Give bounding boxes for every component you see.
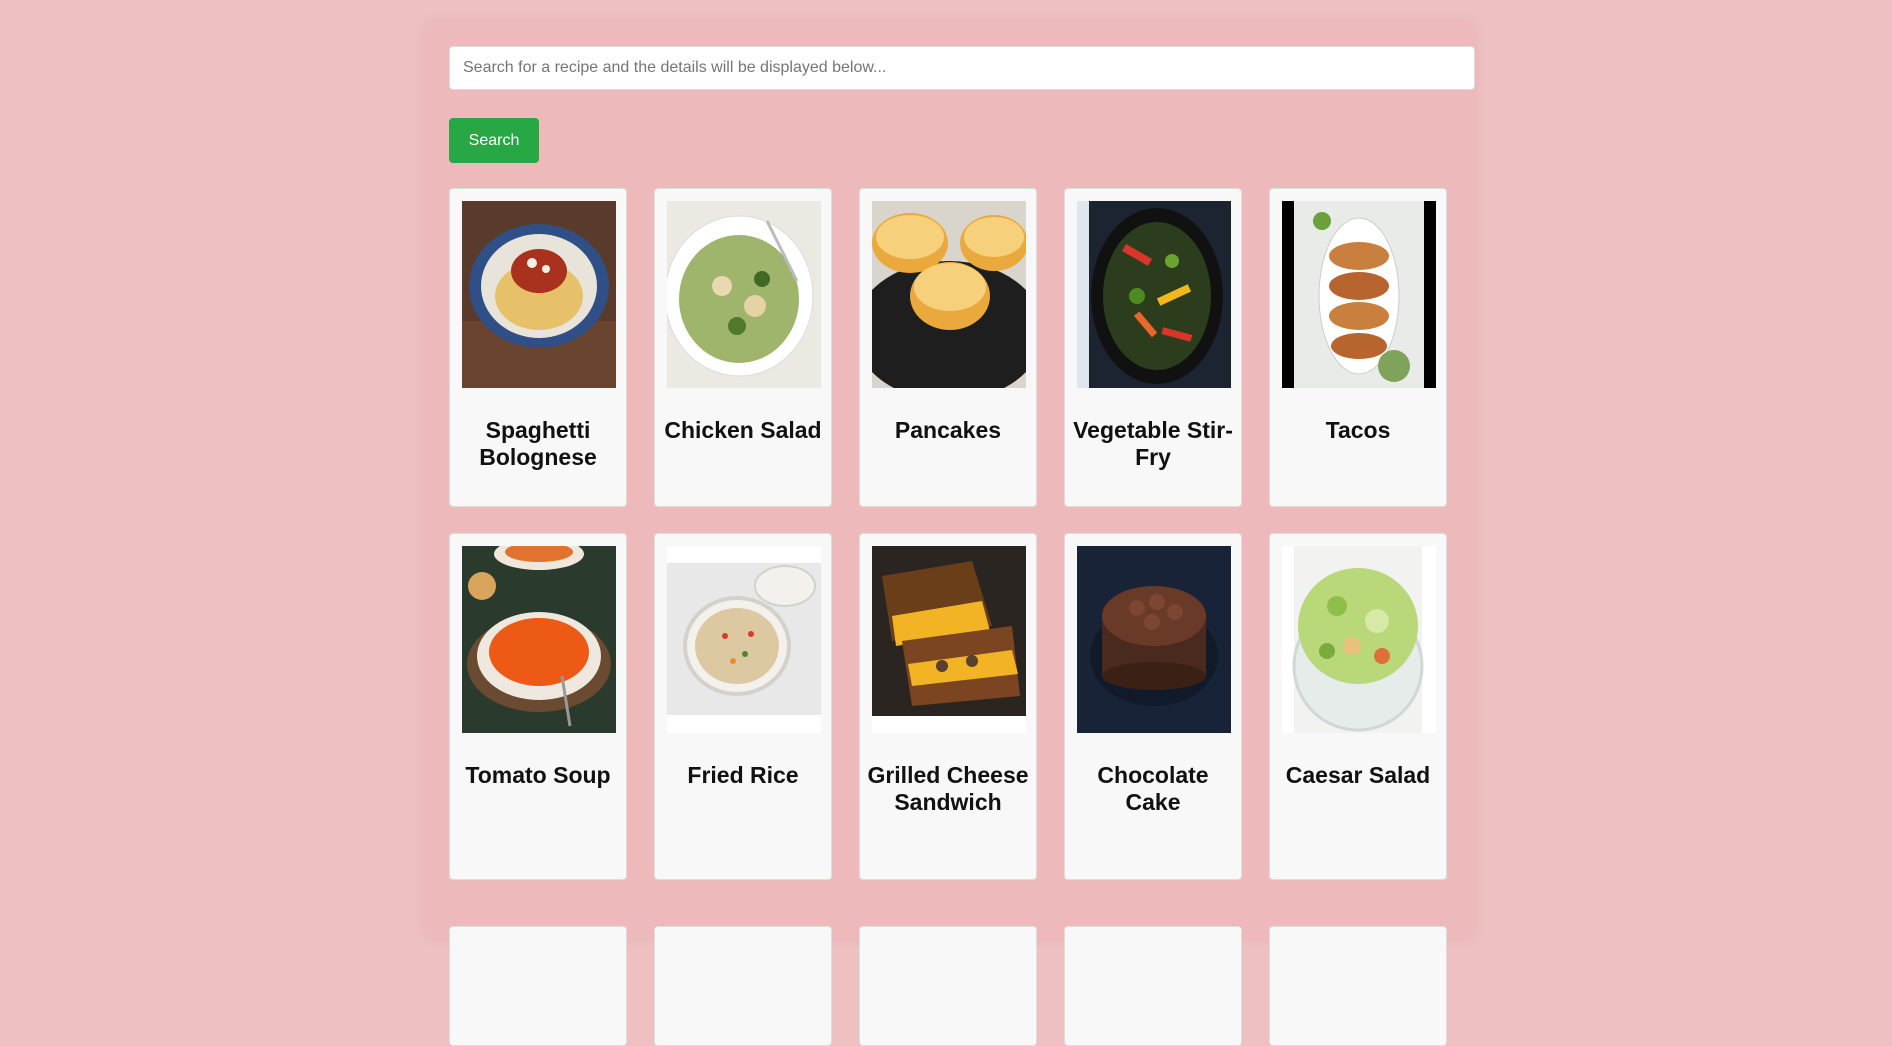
grilled-cheese-sandwich-photo [872, 546, 1026, 733]
recipe-card-spaghetti-bolognese[interactable]: Spaghetti Bolognese [449, 188, 627, 507]
recipe-card-chocolate-cake[interactable]: Chocolate Cake [1064, 533, 1242, 880]
fried-rice-photo [667, 546, 821, 733]
recipe-card-caesar-salad[interactable]: Caesar Salad [1269, 533, 1447, 880]
recipe-search-panel: Search Spaghetti Bolognese [425, 20, 1475, 1046]
recipe-card-tomato-soup[interactable]: Tomato Soup [449, 533, 627, 880]
recipe-title: Pancakes [894, 417, 1002, 443]
recipe-card-fried-rice[interactable]: Fried Rice [654, 533, 832, 880]
recipe-title: Chicken Salad [664, 417, 822, 443]
recipe-card-tacos[interactable]: Tacos [1269, 188, 1447, 507]
recipe-card[interactable] [1064, 926, 1242, 1046]
recipe-title: Vegetable Stir-Fry [1073, 417, 1233, 470]
recipe-title: Fried Rice [687, 762, 799, 788]
chicken-salad-photo [667, 201, 821, 388]
spaghetti-bolognese-photo [462, 201, 616, 388]
recipe-title: Spaghetti Bolognese [479, 417, 597, 470]
recipe-title: Caesar Salad [1285, 762, 1431, 788]
recipe-title: Chocolate Cake [1097, 762, 1209, 815]
vegetable-stir-fry-photo [1077, 201, 1231, 388]
recipe-title: Grilled Cheese Sandwich [867, 762, 1029, 815]
recipe-card[interactable] [859, 926, 1037, 1046]
tacos-photo [1282, 201, 1436, 388]
recipe-card-grilled-cheese-sandwich[interactable]: Grilled Cheese Sandwich [859, 533, 1037, 880]
recipe-card-pancakes[interactable]: Pancakes [859, 188, 1037, 507]
chocolate-cake-photo [1077, 546, 1231, 733]
recipe-card[interactable] [1269, 926, 1447, 1046]
recipe-title: Tacos [1325, 417, 1391, 443]
recipe-card-chicken-salad[interactable]: Chicken Salad [654, 188, 832, 507]
tomato-soup-photo [462, 546, 616, 733]
search-input[interactable] [449, 46, 1475, 90]
recipe-card-vegetable-stir-fry[interactable]: Vegetable Stir-Fry [1064, 188, 1242, 507]
recipe-card[interactable] [449, 926, 627, 1046]
search-button[interactable]: Search [449, 118, 539, 163]
recipe-card[interactable] [654, 926, 832, 1046]
caesar-salad-photo [1282, 546, 1436, 733]
pancakes-photo [872, 201, 1026, 388]
recipe-title: Tomato Soup [465, 762, 611, 788]
